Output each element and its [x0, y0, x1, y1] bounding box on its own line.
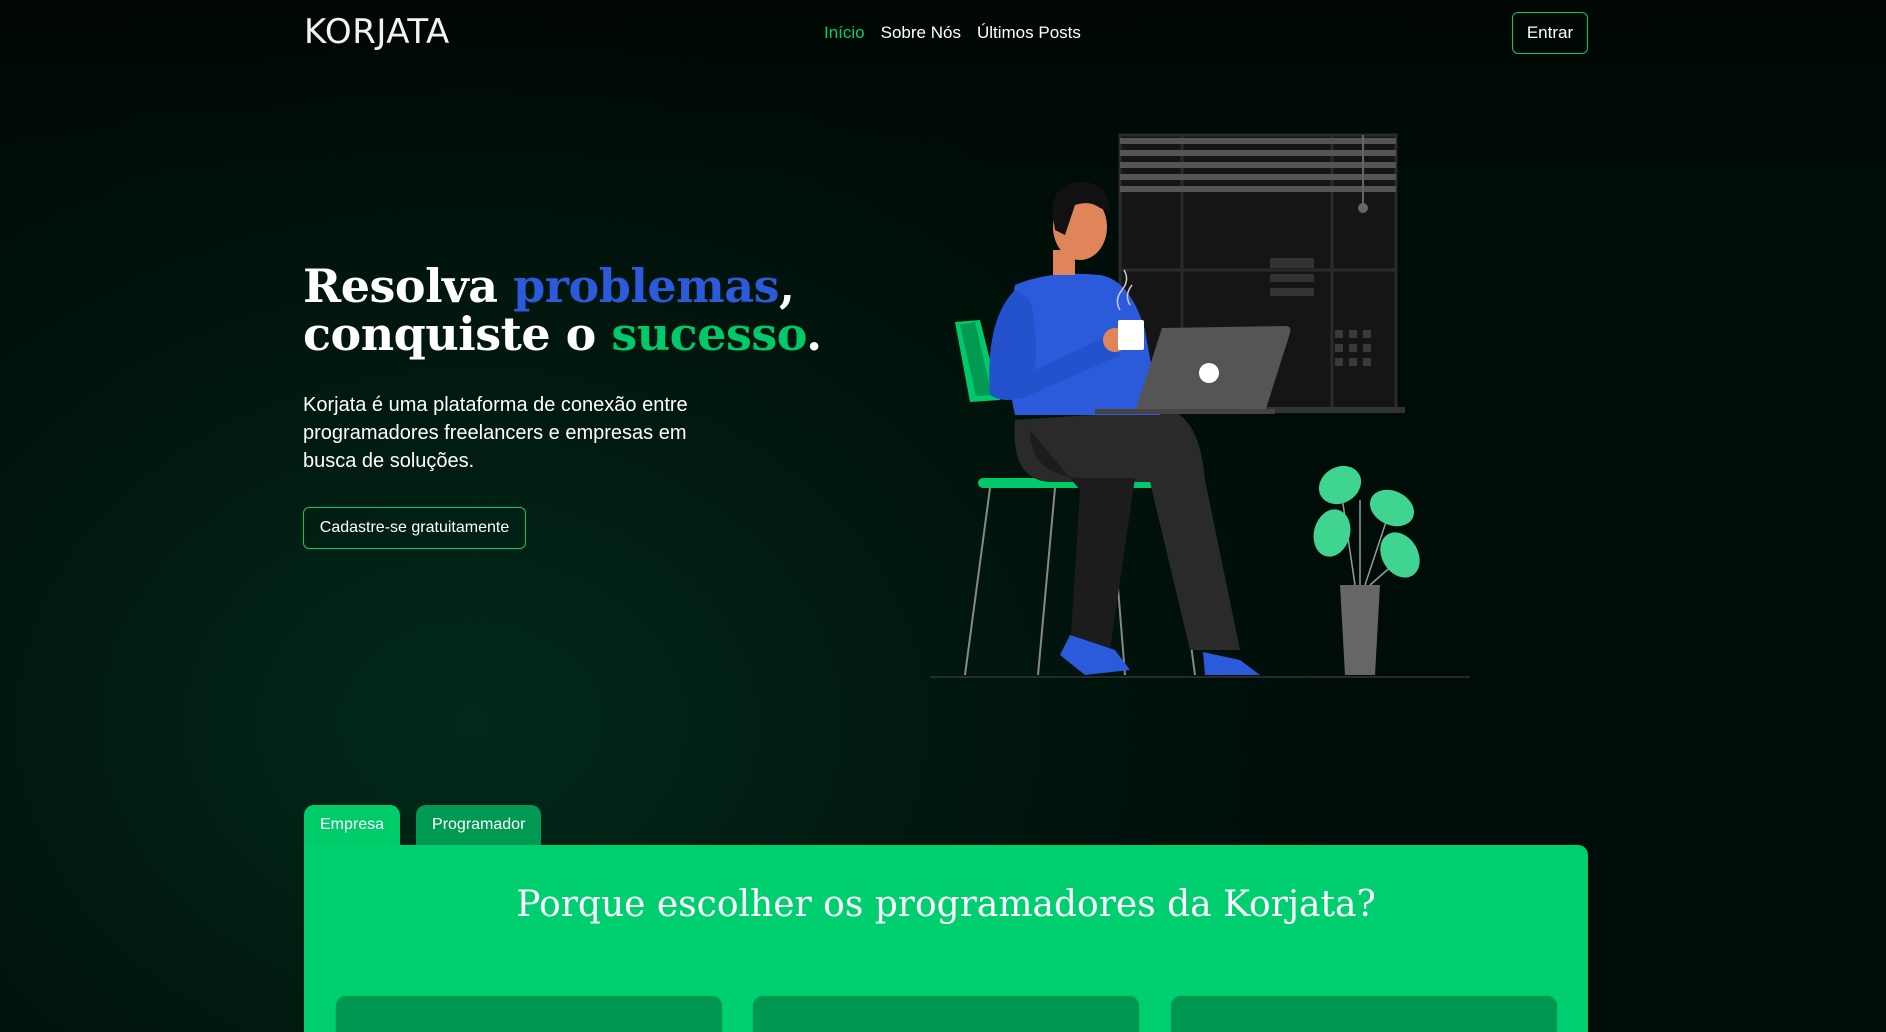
tab-empresa[interactable]: Empresa — [304, 805, 401, 845]
hero-title-highlight-problemas: problemas — [513, 259, 779, 313]
why-choose-panel: Porque escolher os programadores da Korj… — [304, 845, 1588, 1032]
hero-illustration — [930, 133, 1470, 678]
feature-card — [753, 996, 1139, 1032]
nav-link-sobre-nos[interactable]: Sobre Nós — [881, 22, 961, 44]
nav-link-inicio[interactable]: Início — [824, 22, 865, 44]
navbar: KORJATA Início Sobre Nós Últimos Posts E… — [304, 12, 1588, 56]
brand-logo[interactable]: KORJATA — [304, 12, 450, 52]
hero-title-text: Resolva — [303, 259, 514, 313]
login-button[interactable]: Entrar — [1512, 12, 1588, 54]
page: KORJATA Início Sobre Nós Últimos Posts E… — [0, 0, 1886, 1032]
feature-card — [1171, 996, 1557, 1032]
nav-links: Início Sobre Nós Últimos Posts — [824, 22, 1081, 44]
hero-title-text-2: conquiste o — [303, 307, 612, 361]
audience-tabs: Empresa Programador — [304, 805, 542, 845]
hero-description: Korjata é uma plataforma de conexão entr… — [303, 394, 688, 472]
panel-title: Porque escolher os programadores da Korj… — [516, 884, 1376, 925]
hero-title: Resolva problemas, conquiste o sucesso. — [303, 262, 822, 358]
plant-illustration — [1313, 465, 1420, 675]
signup-button[interactable]: Cadastre-se gratuitamente — [303, 507, 526, 549]
nav-link-ultimos-posts[interactable]: Últimos Posts — [977, 22, 1081, 44]
tab-programador[interactable]: Programador — [416, 805, 542, 845]
hero-title-period: . — [806, 307, 822, 361]
feature-card — [336, 996, 722, 1032]
hero-title-comma: , — [778, 259, 795, 313]
hero-title-highlight-sucesso: sucesso — [611, 307, 807, 361]
